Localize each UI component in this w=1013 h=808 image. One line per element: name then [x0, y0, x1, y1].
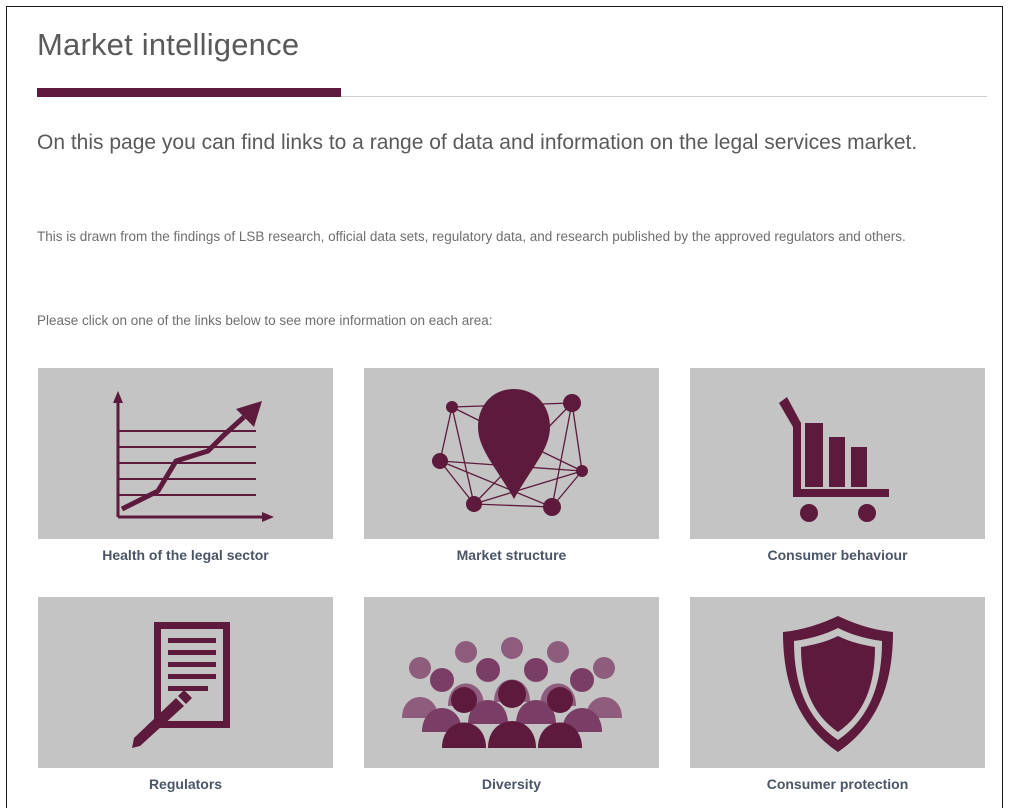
tile-label: Health of the legal sector — [102, 547, 269, 563]
tile-label: Regulators — [148, 776, 223, 792]
line-chart-icon — [112, 390, 274, 522]
intro-text: On this page you can find links to a ran… — [37, 131, 918, 154]
shield-icon — [782, 615, 893, 752]
title-accent-bar — [37, 88, 341, 97]
tile-image — [364, 368, 659, 539]
network-pin-icon — [431, 388, 588, 516]
tile-label: Consumer protection — [766, 776, 909, 792]
tile-label: Market structure — [456, 547, 567, 563]
page-title: Market intelligence — [37, 27, 300, 62]
people-group-icon — [401, 636, 622, 748]
tile-consumer-protection[interactable]: Consumer protection — [690, 597, 985, 792]
tile-label: Diversity — [481, 776, 542, 792]
tile-image — [38, 597, 333, 768]
tile-health-of-legal-sector[interactable]: Health of the legal sector — [38, 368, 333, 563]
tile-image — [690, 597, 985, 768]
tile-diversity[interactable]: Diversity — [364, 597, 659, 792]
document-pen-icon — [131, 621, 230, 748]
shopping-cart-icon — [778, 396, 889, 522]
tile-regulators[interactable]: Regulators — [38, 597, 333, 792]
tile-label: Consumer behaviour — [767, 547, 908, 563]
tile-consumer-behaviour[interactable]: Consumer behaviour — [690, 368, 985, 563]
instruction-text: Please click on one of the links below t… — [37, 313, 493, 328]
tile-image — [364, 597, 659, 768]
tile-image — [38, 368, 333, 539]
description-text: This is drawn from the findings of LSB r… — [37, 229, 906, 244]
tile-image — [690, 368, 985, 539]
tile-market-structure[interactable]: Market structure — [364, 368, 659, 563]
